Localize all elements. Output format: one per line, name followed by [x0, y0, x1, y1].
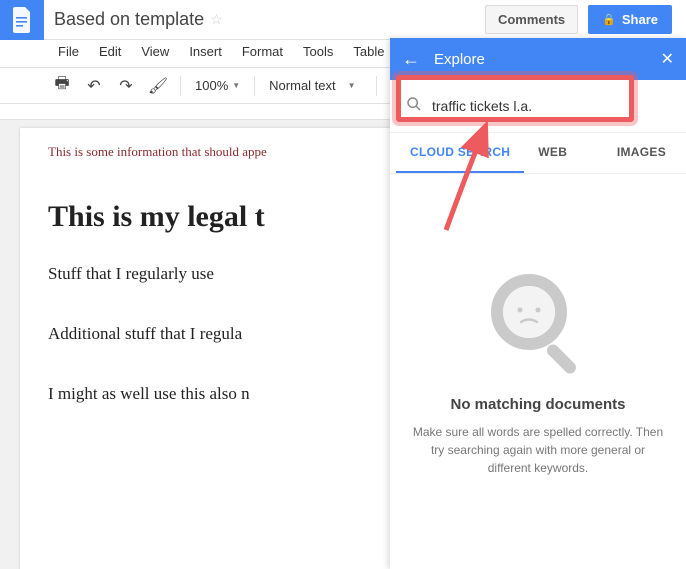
explore-title: Explore [434, 51, 661, 68]
menu-file[interactable]: File [48, 40, 89, 67]
lock-icon: 🔒 [602, 13, 616, 26]
chevron-down-icon: ▼ [348, 81, 356, 90]
explore-search-wrap [390, 80, 686, 133]
explore-search-input[interactable] [432, 98, 670, 114]
explore-tabs: CLOUD SEARCH WEB IMAGES [390, 133, 686, 174]
separator [180, 76, 181, 96]
share-button[interactable]: 🔒 Share [588, 5, 672, 34]
menu-format[interactable]: Format [232, 40, 293, 67]
paint-format-icon[interactable]: 🖌 [144, 72, 172, 100]
tab-images[interactable]: IMAGES [603, 133, 680, 173]
separator [376, 76, 377, 96]
menu-edit[interactable]: Edit [89, 40, 131, 67]
separator [254, 76, 255, 96]
document-title[interactable]: Based on template [54, 9, 204, 30]
explore-search-box[interactable] [402, 90, 674, 122]
style-value: Normal text [269, 78, 335, 93]
explore-header: ← Explore ✕ [390, 38, 686, 80]
menu-tools[interactable]: Tools [293, 40, 343, 67]
tab-cloud-search[interactable]: CLOUD SEARCH [396, 133, 524, 173]
explore-results: No matching documents Make sure all word… [390, 174, 686, 569]
chevron-down-icon: ▼ [232, 81, 240, 90]
tab-web[interactable]: WEB [524, 133, 581, 173]
docs-logo[interactable] [0, 0, 44, 40]
search-icon [406, 96, 422, 116]
magnifier-sad-icon [483, 266, 593, 376]
back-arrow-icon[interactable]: ← [402, 49, 420, 70]
close-icon[interactable]: ✕ [661, 49, 674, 69]
share-label: Share [622, 12, 658, 27]
comments-button[interactable]: Comments [485, 5, 578, 34]
print-icon[interactable]: 🖶 [48, 72, 76, 100]
menu-insert[interactable]: Insert [179, 40, 232, 67]
menu-table[interactable]: Table [343, 40, 394, 67]
star-icon[interactable]: ☆ [210, 11, 223, 28]
menu-view[interactable]: View [131, 40, 179, 67]
zoom-select[interactable]: 100% ▼ [189, 78, 246, 93]
no-results-subtitle: Make sure all words are spelled correctl… [410, 423, 666, 477]
paragraph-style-select[interactable]: Normal text ▼ [263, 78, 367, 93]
explore-panel: ← Explore ✕ CLOUD SEARCH WEB IMAGES No m… [390, 38, 686, 569]
title-bar: Based on template ☆ Comments 🔒 Share [0, 0, 686, 40]
no-results-title: No matching documents [450, 396, 625, 413]
undo-icon[interactable]: ↶ [80, 72, 108, 100]
zoom-value: 100% [195, 78, 228, 93]
redo-icon[interactable]: ↷ [112, 72, 140, 100]
